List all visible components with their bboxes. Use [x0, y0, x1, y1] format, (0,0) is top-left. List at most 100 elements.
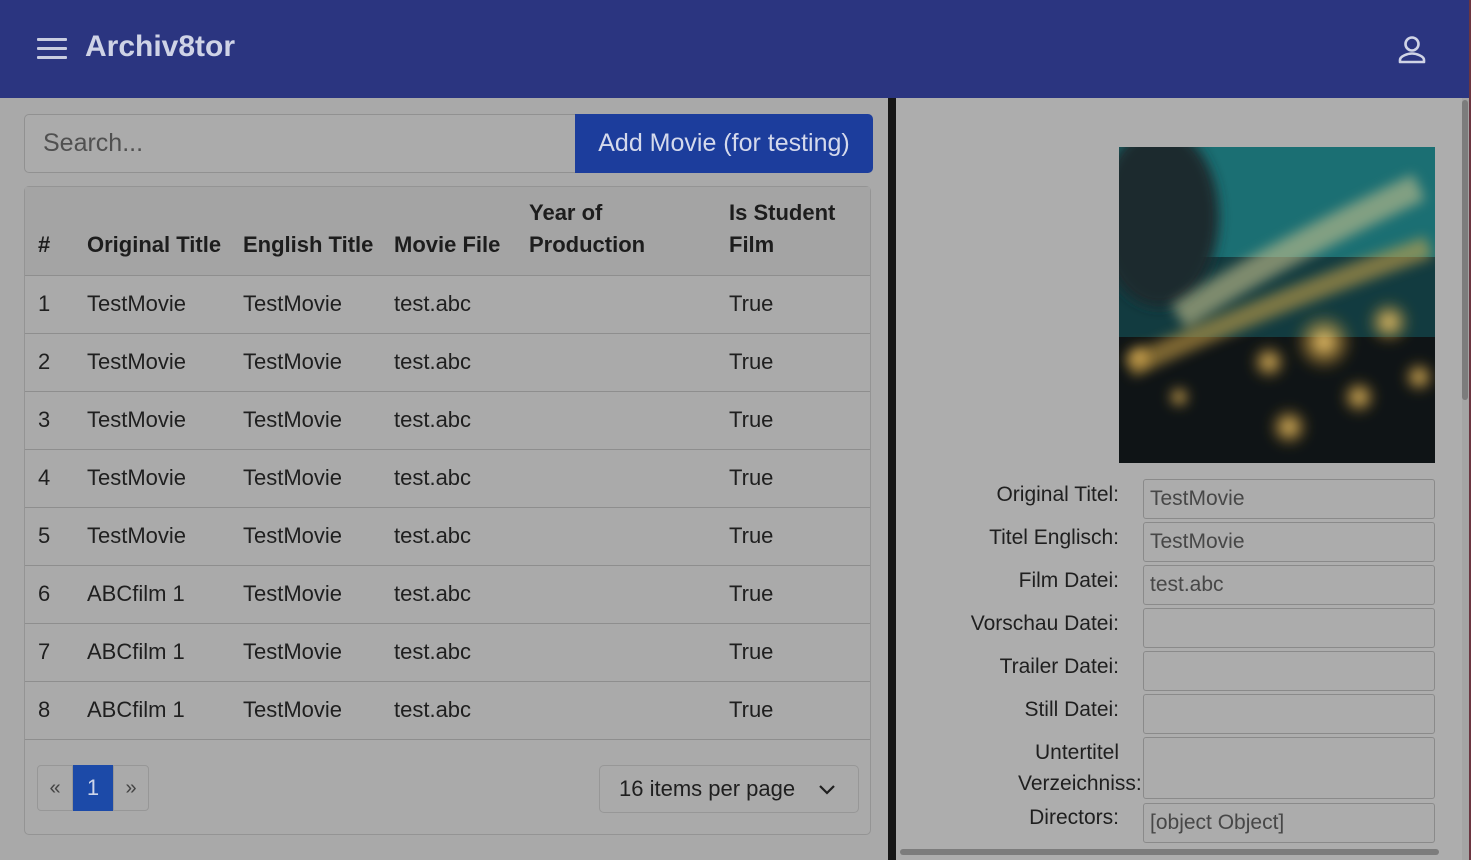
pagination: « 1 » — [37, 765, 149, 811]
movie-poster-image — [1119, 147, 1435, 463]
previous-page-button[interactable]: « — [37, 765, 73, 811]
label-trailer-file: Trailer Datei: — [999, 655, 1119, 678]
cell-year — [529, 565, 729, 624]
column-header-year[interactable]: Year of Production — [529, 187, 729, 276]
trailer-file-field[interactable] — [1143, 651, 1435, 691]
table-row[interactable]: 6 ABCfilm 1 TestMovie test.abc True — [25, 565, 870, 624]
table-row[interactable]: 1 TestMovie TestMovie test.abc True — [25, 275, 870, 334]
column-header-movie-file[interactable]: Movie File — [394, 187, 529, 276]
label-subtitle-directory: Untertitel Verzeichniss: — [1018, 741, 1142, 795]
app-header: Archiv8tor — [0, 0, 1471, 98]
cell-movie-file: test.abc — [394, 391, 529, 450]
cell-original-title: TestMovie — [87, 275, 243, 334]
column-header-english-title[interactable]: English Title — [243, 187, 394, 276]
cell-year — [529, 333, 729, 392]
cell-student-film: True — [729, 565, 870, 624]
search-box — [24, 114, 576, 173]
directors-field[interactable] — [1143, 803, 1435, 843]
cell-english-title: TestMovie — [243, 507, 394, 566]
items-per-page-select[interactable]: 16 items per page — [599, 765, 859, 813]
film-file-field[interactable] — [1143, 565, 1435, 605]
add-movie-button[interactable]: Add Movie (for testing) — [575, 114, 873, 173]
cell-year — [529, 275, 729, 334]
cell-original-title: ABCfilm 1 — [87, 681, 243, 740]
english-title-field[interactable] — [1143, 522, 1435, 562]
subtitle-directory-field[interactable] — [1143, 737, 1435, 799]
row-number: 7 — [25, 623, 87, 682]
app-title: Archiv8tor — [85, 30, 236, 63]
chevron-down-icon — [819, 785, 835, 795]
label-english-title: Titel Englisch: — [989, 526, 1119, 549]
cell-student-film: True — [729, 623, 870, 682]
hamburger-menu-icon[interactable] — [37, 38, 69, 62]
next-page-button[interactable]: » — [113, 765, 149, 811]
cell-year — [529, 391, 729, 450]
cell-student-film: True — [729, 681, 870, 740]
table-row[interactable]: 2 TestMovie TestMovie test.abc True — [25, 333, 870, 392]
table-row[interactable]: 5 TestMovie TestMovie test.abc True — [25, 507, 870, 566]
cell-original-title: ABCfilm 1 — [87, 623, 243, 682]
search-input[interactable] — [25, 115, 576, 172]
label-still-file: Still Datei: — [1024, 698, 1119, 721]
table-row[interactable]: 8 ABCfilm 1 TestMovie test.abc True — [25, 681, 870, 740]
label-preview-file: Vorschau Datei: — [970, 612, 1119, 635]
user-profile-icon[interactable] — [1396, 34, 1428, 66]
row-number: 2 — [25, 333, 87, 392]
cell-movie-file: test.abc — [394, 623, 529, 682]
preview-file-field[interactable] — [1143, 608, 1435, 648]
cell-english-title: TestMovie — [243, 623, 394, 682]
row-number: 4 — [25, 449, 87, 508]
movie-table-card: # Original Title English Title Movie Fil… — [24, 186, 871, 835]
cell-english-title: TestMovie — [243, 333, 394, 392]
cell-movie-file: test.abc — [394, 275, 529, 334]
row-number: 5 — [25, 507, 87, 566]
cell-movie-file: test.abc — [394, 565, 529, 624]
cell-original-title: TestMovie — [87, 507, 243, 566]
row-number: 8 — [25, 681, 87, 740]
cell-student-film: True — [729, 449, 870, 508]
page-1-button[interactable]: 1 — [73, 765, 113, 811]
column-header-number[interactable]: # — [25, 187, 87, 276]
column-header-student-film[interactable]: Is Student Film — [729, 187, 870, 276]
cell-original-title: TestMovie — [87, 333, 243, 392]
cell-student-film: True — [729, 275, 870, 334]
items-per-page-value: 16 items per page — [619, 776, 796, 801]
original-title-field[interactable] — [1143, 479, 1435, 519]
label-original-title: Original Titel: — [996, 483, 1119, 506]
cell-student-film: True — [729, 391, 870, 450]
label-directors: Directors: — [1029, 806, 1119, 829]
vertical-scrollbar-thumb[interactable] — [1462, 100, 1468, 400]
cell-movie-file: test.abc — [394, 681, 529, 740]
cell-english-title: TestMovie — [243, 449, 394, 508]
cell-movie-file: test.abc — [394, 449, 529, 508]
cell-student-film: True — [729, 333, 870, 392]
table-row[interactable]: 3 TestMovie TestMovie test.abc True — [25, 391, 870, 450]
cell-year — [529, 681, 729, 740]
table-row[interactable]: 7 ABCfilm 1 TestMovie test.abc True — [25, 623, 870, 682]
table-row[interactable]: 4 TestMovie TestMovie test.abc True — [25, 449, 870, 508]
cell-english-title: TestMovie — [243, 681, 394, 740]
movie-detail-panel: Original Titel: Titel Englisch: Film Dat… — [896, 98, 1471, 860]
cell-original-title: TestMovie — [87, 391, 243, 450]
column-header-original-title[interactable]: Original Title — [87, 187, 243, 276]
cell-original-title: TestMovie — [87, 449, 243, 508]
horizontal-scrollbar-thumb[interactable] — [900, 849, 1439, 855]
still-file-field[interactable] — [1143, 694, 1435, 734]
cell-student-film: True — [729, 507, 870, 566]
table-header-row: # Original Title English Title Movie Fil… — [25, 187, 870, 276]
cell-movie-file: test.abc — [394, 507, 529, 566]
movie-list-panel: Add Movie (for testing) # Original Title… — [8, 98, 888, 860]
cell-english-title: TestMovie — [243, 275, 394, 334]
row-number: 1 — [25, 275, 87, 334]
movie-table: # Original Title English Title Movie Fil… — [25, 187, 870, 740]
cell-year — [529, 507, 729, 566]
row-number: 3 — [25, 391, 87, 450]
label-film-file: Film Datei: — [1018, 569, 1119, 592]
cell-year — [529, 449, 729, 508]
cell-english-title: TestMovie — [243, 391, 394, 450]
cell-year — [529, 623, 729, 682]
panel-resize-divider[interactable] — [888, 98, 896, 860]
row-number: 6 — [25, 565, 87, 624]
cell-original-title: ABCfilm 1 — [87, 565, 243, 624]
cell-english-title: TestMovie — [243, 565, 394, 624]
